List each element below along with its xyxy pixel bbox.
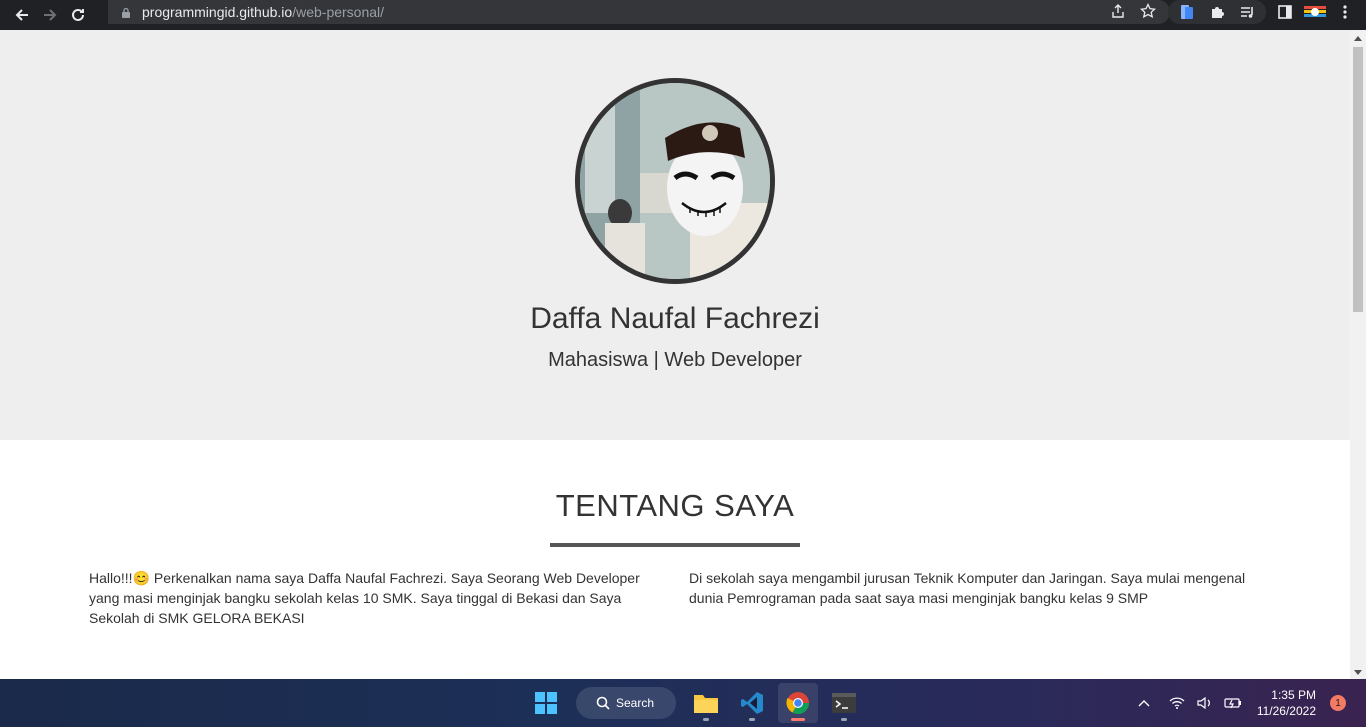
page-viewport: Daffa Naufal Fachrezi Mahasiswa | Web De… — [0, 30, 1350, 679]
active-indicator — [791, 718, 805, 721]
taskbar-search-label: Search — [616, 696, 655, 710]
page-scrollbar[interactable] — [1350, 30, 1366, 679]
scroll-down-icon[interactable] — [1354, 670, 1362, 675]
running-indicator — [841, 718, 847, 721]
menu-kebab-icon[interactable] — [1334, 1, 1356, 23]
bookmark-star-icon[interactable] — [1139, 2, 1157, 22]
profile-photo — [575, 78, 775, 284]
vscode-button[interactable] — [732, 683, 772, 723]
lock-icon — [120, 6, 132, 18]
wifi-icon[interactable] — [1166, 697, 1188, 709]
file-explorer-button[interactable] — [686, 683, 726, 723]
folder-icon — [694, 695, 718, 713]
profile-avatar-icon[interactable] — [1304, 1, 1326, 23]
chrome-icon — [786, 692, 809, 714]
windows-taskbar: Search 1:35 PM 11/26/2022 1 — [0, 679, 1366, 727]
running-indicator — [703, 718, 709, 721]
url-path: /web-personal/ — [292, 4, 385, 20]
windows-start-icon — [535, 692, 557, 714]
search-icon — [596, 696, 610, 710]
volume-icon[interactable] — [1194, 697, 1216, 709]
start-button[interactable] — [526, 683, 566, 723]
running-indicator — [749, 718, 755, 721]
puzzle-extensions-icon[interactable] — [1206, 1, 1228, 23]
about-title: TENTANG SAYA — [555, 488, 795, 523]
reload-icon[interactable] — [64, 3, 92, 27]
about-section: TENTANG SAYA Hallo!!!😊 Perkenalkan nama … — [0, 440, 1350, 679]
hero-name: Daffa Naufal Fachrezi — [530, 302, 820, 335]
clock[interactable]: 1:35 PM 11/26/2022 — [1257, 687, 1316, 719]
browser-toolbar: programmingid.github.io/web-personal/ — [0, 0, 1366, 30]
taskbar-search[interactable]: Search — [576, 687, 676, 719]
system-tray: 1:35 PM 11/26/2022 1 — [1130, 679, 1366, 727]
about-text-left: Hallo!!!😊 Perkenalkan nama saya Daffa Na… — [89, 570, 640, 626]
about-text-right: Di sekolah saya mengambil jurusan Teknik… — [689, 570, 1246, 606]
clock-time: 1:35 PM — [1271, 688, 1316, 702]
notification-badge[interactable]: 1 — [1330, 695, 1346, 711]
scroll-up-icon[interactable] — [1354, 36, 1362, 41]
clock-date: 11/26/2022 — [1256, 704, 1316, 718]
back-icon[interactable] — [8, 3, 36, 27]
chrome-button[interactable] — [778, 683, 818, 723]
side-panel-icon[interactable] — [1274, 1, 1296, 23]
about-divider — [550, 543, 800, 547]
extension-blue-icon[interactable] — [1176, 1, 1198, 23]
share-icon[interactable] — [1110, 3, 1126, 22]
scroll-thumb[interactable] — [1353, 47, 1363, 312]
battery-icon[interactable] — [1222, 697, 1244, 709]
terminal-button[interactable] — [824, 683, 864, 723]
chevron-up-icon[interactable] — [1133, 699, 1155, 707]
address-bar[interactable]: programmingid.github.io/web-personal/ — [108, 0, 1170, 24]
hero-section: Daffa Naufal Fachrezi Mahasiswa | Web De… — [0, 30, 1350, 440]
url-host: programmingid.github.io — [142, 4, 293, 20]
hero-role: Mahasiswa | Web Developer — [548, 349, 802, 371]
terminal-icon — [832, 693, 856, 713]
forward-icon[interactable] — [36, 3, 64, 27]
extensions-group — [1168, 0, 1266, 24]
vscode-icon — [741, 692, 763, 714]
media-queue-icon[interactable] — [1236, 1, 1258, 23]
